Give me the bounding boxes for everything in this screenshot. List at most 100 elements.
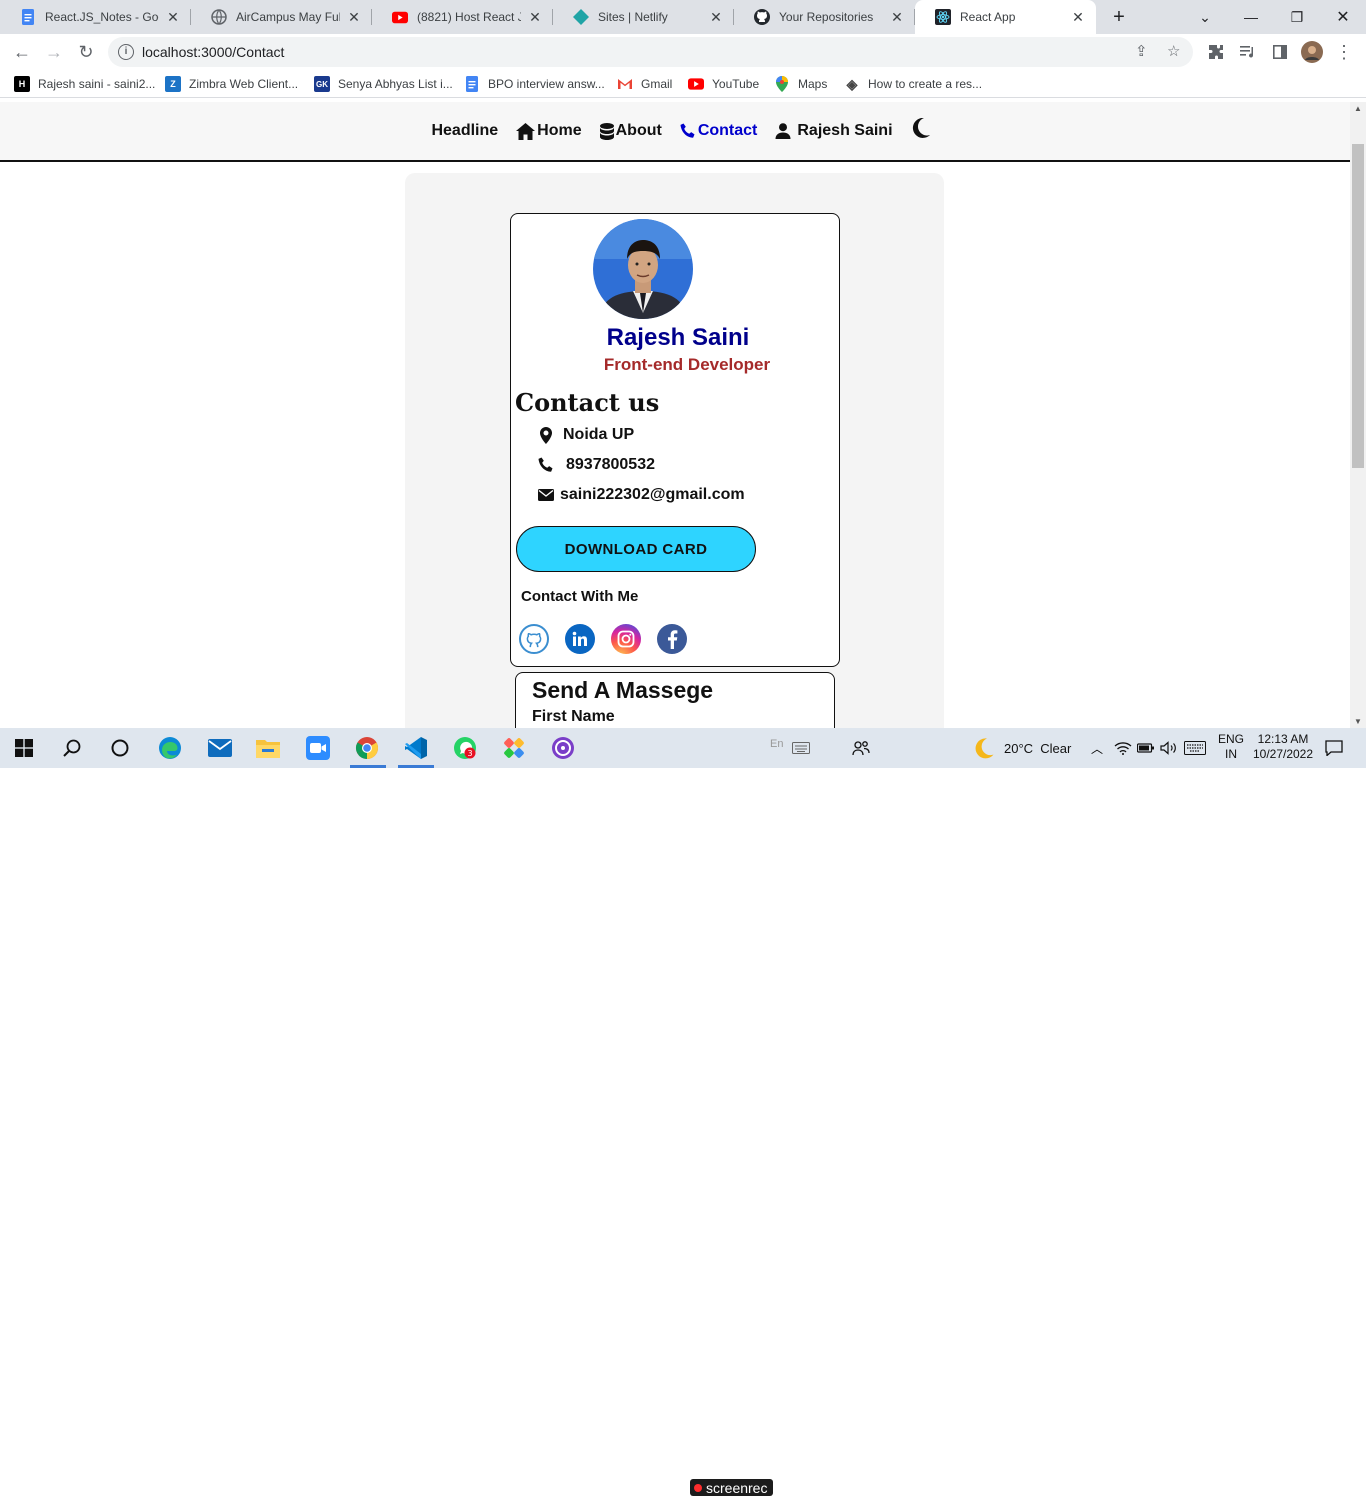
mail-icon[interactable] [208, 736, 232, 760]
screenrec-overlay: screenrec [690, 1479, 774, 1496]
keyboard-layout-icon[interactable] [1183, 736, 1207, 760]
nav-contact[interactable]: Contact [680, 122, 757, 140]
bookmark-item[interactable]: GK Senya Abhyas List i... [314, 76, 453, 92]
menu-kebab-icon[interactable]: ⋮ [1331, 39, 1357, 65]
bookmark-item[interactable]: ◈ How to create a res... [844, 76, 982, 92]
download-card-button[interactable]: DOWNLOAD CARD [516, 526, 756, 572]
scroll-up-arrow[interactable]: ▲ [1354, 104, 1362, 113]
search-icon[interactable] [60, 736, 84, 760]
task-view-icon[interactable] [108, 736, 132, 760]
minimize-button[interactable]: — [1228, 0, 1274, 34]
database-icon [599, 122, 614, 140]
tab-aircampus[interactable]: AirCampus May Full St ✕ [191, 0, 372, 34]
info-icon[interactable]: i [118, 44, 134, 60]
tab-react-app[interactable]: React App ✕ [915, 0, 1096, 34]
weather-moon-icon[interactable] [972, 736, 996, 760]
netlify-icon [573, 9, 589, 25]
back-button[interactable]: ← [9, 39, 35, 65]
network-icon[interactable] [1111, 736, 1135, 760]
side-panel-icon[interactable] [1267, 39, 1293, 65]
bookmark-item[interactable]: YouTube [688, 76, 759, 92]
keyboard-icon[interactable] [789, 736, 813, 760]
windows-start-icon[interactable] [12, 736, 36, 760]
first-name-label: First Name [532, 708, 615, 725]
tab-github-repos[interactable]: Your Repositories ✕ [734, 0, 915, 34]
github-desktop-icon[interactable] [551, 736, 575, 760]
bookmark-item[interactable]: H Rajesh saini - saini2... [14, 76, 155, 92]
volume-icon[interactable] [1157, 736, 1181, 760]
file-explorer-icon[interactable] [256, 736, 280, 760]
scrollbar-thumb[interactable] [1352, 144, 1364, 468]
codepen-icon: ◈ [846, 75, 858, 92]
dark-mode-toggle-icon[interactable] [911, 117, 931, 145]
nav-user[interactable]: Rajesh Saini [775, 122, 893, 140]
edge-icon[interactable] [158, 736, 182, 760]
vscode-icon[interactable] [404, 736, 428, 760]
bookmark-star-icon[interactable]: ☆ [1167, 42, 1180, 60]
chevron-down-icon[interactable]: ⌄ [1182, 0, 1228, 34]
svg-text:3: 3 [467, 749, 472, 758]
tab-title: (8821) Host React JS W [417, 10, 521, 24]
weather-text[interactable]: 20°C Clear [1004, 741, 1071, 756]
forward-button[interactable]: → [41, 39, 67, 65]
tab-title: Sites | Netlify [598, 10, 668, 24]
tab-title: React.JS_Notes - Goog [45, 10, 159, 24]
close-icon[interactable]: ✕ [889, 9, 905, 26]
media-control-icon[interactable] [1235, 39, 1261, 65]
tab-youtube-video[interactable]: (8821) Host React JS W ✕ [372, 0, 553, 34]
bookmark-item[interactable]: Z Zimbra Web Client... [165, 76, 298, 92]
close-icon[interactable]: ✕ [1070, 9, 1086, 26]
extensions-icon[interactable] [1203, 39, 1229, 65]
envelope-icon [537, 489, 555, 501]
battery-icon[interactable] [1134, 736, 1158, 760]
close-icon[interactable]: ✕ [165, 9, 181, 26]
whatsapp-icon[interactable]: 3 [453, 736, 477, 760]
linkedin-icon[interactable] [565, 624, 595, 654]
github-icon[interactable] [519, 624, 549, 654]
page-scrollbar[interactable]: ▲ ▼ [1350, 102, 1366, 728]
address-bar[interactable]: i localhost:3000/Contact ⇪ ☆ [108, 37, 1193, 67]
close-icon[interactable]: ✕ [708, 9, 724, 26]
close-icon[interactable]: ✕ [527, 9, 543, 26]
zimbra-icon: Z [165, 76, 181, 92]
language-indicator[interactable]: ENG IN [1216, 732, 1246, 762]
restore-button[interactable]: ❐ [1274, 0, 1320, 34]
nav-home[interactable]: Home [516, 122, 582, 140]
share-icon[interactable]: ⇪ [1135, 42, 1148, 60]
message-form-card: Send A Massege First Name [515, 672, 835, 728]
close-icon[interactable]: ✕ [346, 9, 362, 26]
app-icon[interactable] [502, 736, 526, 760]
chrome-icon[interactable] [355, 736, 379, 760]
clock[interactable]: 12:13 AM 10/27/2022 [1250, 732, 1316, 762]
profile-avatar[interactable] [1299, 39, 1325, 65]
reload-button[interactable]: ↻ [73, 39, 99, 65]
bookmark-item[interactable]: BPO interview answ... [464, 76, 605, 92]
react-icon [935, 9, 951, 25]
chevron-up-icon[interactable]: ︿ [1085, 736, 1109, 760]
maps-icon [774, 76, 790, 92]
people-icon[interactable] [849, 736, 873, 760]
zoom-icon[interactable] [306, 736, 330, 760]
bookmark-item[interactable]: Maps [774, 76, 827, 92]
nav-brand-headline[interactable]: Headline [431, 122, 498, 140]
map-pin-icon [537, 426, 555, 444]
keyboard-indicator: En [770, 738, 784, 750]
google-docs-icon [20, 9, 36, 25]
phone-text: 8937800532 [566, 456, 655, 473]
gmail-icon [617, 76, 633, 92]
bookmark-item[interactable]: Gmail [617, 76, 672, 92]
close-window-button[interactable]: ✕ [1320, 0, 1366, 34]
tab-react-notes[interactable]: React.JS_Notes - Goog ✕ [0, 0, 191, 34]
notification-icon[interactable] [1322, 736, 1346, 760]
phone-icon [680, 123, 695, 138]
nav-about[interactable]: About [599, 122, 662, 140]
tab-netlify[interactable]: Sites | Netlify ✕ [553, 0, 734, 34]
phone-icon [537, 457, 555, 473]
windows-taskbar: 3 En screenrec 20°C Clear ︿ ENG IN 12:13… [0, 728, 1366, 1496]
url-text[interactable]: localhost:3000/Contact [142, 44, 284, 60]
facebook-icon[interactable] [657, 624, 687, 654]
scroll-down-arrow[interactable]: ▼ [1354, 717, 1362, 726]
instagram-icon[interactable] [611, 624, 641, 654]
home-icon [516, 122, 536, 140]
new-tab-button[interactable]: + [1096, 0, 1142, 34]
